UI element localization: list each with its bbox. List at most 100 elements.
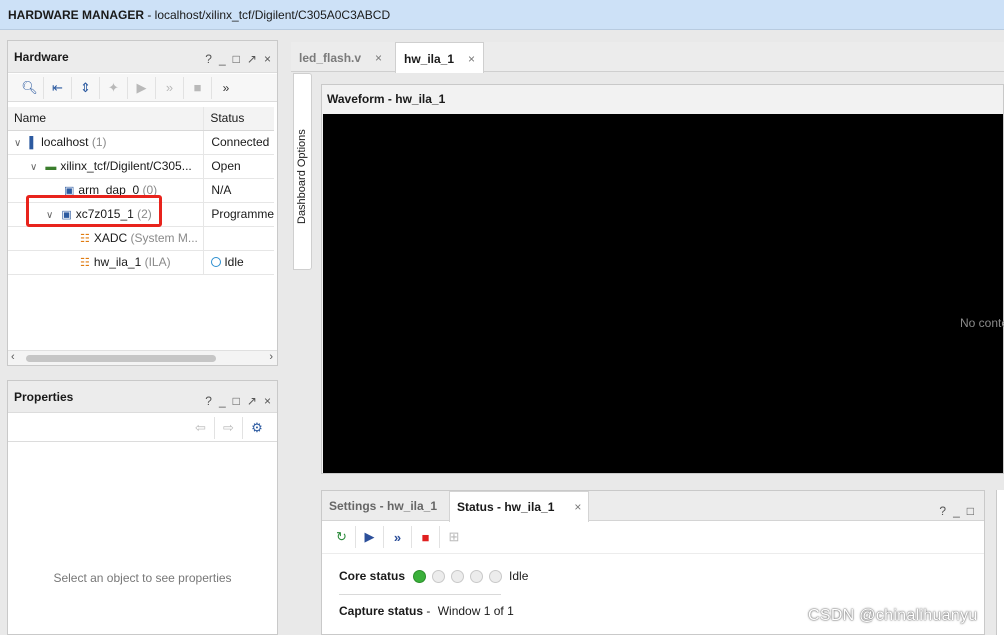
tree-row-localhost[interactable]: ∨ ▌ localhost (1) Connected (8, 130, 274, 155)
tree-item-name: xilinx_tcf/Digilent/C305... (60, 159, 192, 173)
scroll-right-icon[interactable]: › (269, 351, 273, 363)
minimize-icon[interactable]: _ (219, 394, 226, 408)
tab-label: Settings - hw_ila_1 (329, 499, 438, 513)
properties-panel-controls: ? _ □ ↗ × (205, 394, 271, 408)
core-status-divider (339, 594, 501, 595)
capture-settings-icon[interactable]: ⊞ (440, 526, 468, 548)
name-column-header[interactable]: Name (8, 107, 205, 131)
tree-item-type: (ILA) (141, 255, 171, 269)
toolbar-more-icon[interactable]: » (212, 77, 240, 99)
stop-trigger-icon[interactable]: ■ (412, 526, 440, 548)
app-title-path: - localhost/xilinx_tcf/Digilent/C305A0C3… (144, 8, 391, 22)
core-icon: ☷ (80, 233, 90, 245)
help-icon[interactable]: ? (939, 504, 946, 518)
back-arrow-icon[interactable]: ⇦ (187, 416, 215, 439)
tab-label: led_flash.v (299, 51, 362, 65)
status-toolbar: ↻ ▶ » ■ ⊞ (328, 523, 468, 551)
search-icon[interactable]: 🔍︎ (16, 76, 44, 99)
waveform-panel: Waveform - hw_ila_1 No conte (321, 84, 1004, 474)
auto-connect-icon[interactable]: ✦ (100, 76, 128, 99)
capture-status-value: Window 1 of 1 (437, 604, 514, 618)
float-icon[interactable]: ↗ (247, 394, 257, 408)
status-indicator-icon (432, 569, 446, 583)
minimize-icon[interactable]: _ (219, 52, 226, 66)
core-status-value: Idle (509, 569, 529, 583)
properties-panel: Properties ? _ □ ↗ × ⇦ ⇨ ⚙ Select an obj… (7, 380, 278, 635)
hardware-panel-header: Hardware ? _ □ ↗ × (8, 41, 277, 73)
chevron-down-icon[interactable]: ∨ (14, 138, 26, 149)
stop-trigger-icon[interactable]: ■ (184, 76, 212, 99)
hardware-tree: Name Status ∨ ▌ localhost (1) Connected ∨… (8, 107, 274, 275)
tree-item-status: Programme (203, 202, 274, 227)
collapse-all-icon[interactable]: ⇤ (44, 76, 72, 99)
status-tab-bar: Settings - hw_ila_1 Status - hw_ila_1 × ?… (322, 491, 984, 522)
tree-header-row: Name Status (8, 107, 274, 131)
minimize-icon[interactable]: _ (953, 504, 960, 518)
help-icon[interactable]: ? (205, 394, 212, 408)
capture-status-separator: - (423, 604, 434, 618)
tree-item-name: localhost (41, 135, 89, 149)
tree-item-status (203, 226, 274, 251)
capture-status-label: Capture status (339, 604, 424, 618)
close-icon[interactable]: × (264, 394, 271, 408)
tree-item-status-cell: Idle (203, 250, 274, 275)
tree-item-status: Open (203, 154, 274, 179)
board-icon: ▬ (45, 161, 57, 173)
horizontal-scrollbar[interactable]: ‹ › (8, 350, 277, 365)
maximize-icon[interactable]: □ (967, 504, 974, 518)
run-immediate-icon[interactable]: » (156, 76, 184, 99)
forward-arrow-icon[interactable]: ⇨ (215, 416, 243, 439)
app-title-bar: HARDWARE MANAGER - localhost/xilinx_tcf/… (0, 0, 1004, 30)
run-trigger-icon[interactable]: ▶ (356, 526, 384, 548)
core-status-label: Core status (339, 569, 406, 583)
status-indicator-icon (451, 569, 465, 583)
idle-status-icon (211, 257, 222, 267)
gear-icon[interactable]: ⚙ (243, 417, 271, 439)
maximize-icon[interactable]: □ (233, 52, 240, 66)
help-icon[interactable]: ? (205, 52, 212, 66)
scroll-left-icon[interactable]: ‹ (11, 351, 15, 363)
editor-tab-bar: led_flash.v × hw_ila_1 × (291, 42, 1004, 73)
waveform-canvas[interactable]: No conte (323, 114, 1004, 473)
right-panel-edge (996, 490, 1004, 635)
close-icon[interactable]: × (574, 500, 581, 514)
close-icon[interactable]: × (375, 51, 382, 65)
scrollbar-thumb[interactable] (26, 355, 216, 362)
waveform-empty-message: No conte (960, 316, 1004, 330)
tree-row-xadc[interactable]: ☷ XADC (System M... (8, 226, 274, 251)
waveform-title: Waveform - hw_ila_1 (327, 92, 446, 106)
dashboard-options-tab[interactable]: Dashboard Options (293, 73, 312, 270)
status-panel-controls: ? _ □ (939, 504, 974, 518)
tab-led-flash[interactable]: led_flash.v × (291, 42, 390, 72)
run-trigger-icon[interactable]: ▶ (128, 76, 156, 99)
tree-row-hw-ila[interactable]: ☷ hw_ila_1 (ILA) Idle (8, 250, 274, 275)
tab-label: hw_ila_1 (404, 52, 455, 66)
float-icon[interactable]: ↗ (247, 52, 257, 66)
core-status-row: Core status Idle (339, 569, 528, 583)
hardware-panel-controls: ? _ □ ↗ × (205, 52, 271, 66)
hardware-panel-title: Hardware (14, 50, 69, 64)
auto-rerun-icon[interactable]: ↻ (328, 526, 356, 548)
tree-item-name: XADC (93, 231, 128, 245)
properties-toolbar: ⇦ ⇨ ⚙ (8, 414, 277, 442)
close-icon[interactable]: × (264, 52, 271, 66)
chevron-down-icon[interactable]: ∨ (30, 162, 42, 173)
status-indicator-icon (489, 569, 503, 583)
hardware-toolbar: 🔍︎ ⇤ ⇕ ✦ ▶ » ■ » (8, 74, 277, 102)
tab-hw-ila-1[interactable]: hw_ila_1 × (395, 42, 485, 73)
maximize-icon[interactable]: □ (233, 394, 240, 408)
properties-panel-header: Properties ? _ □ ↗ × (8, 381, 277, 413)
status-indicator-icon (470, 569, 484, 583)
status-column-header[interactable]: Status (203, 107, 274, 131)
tree-item-name: hw_ila_1 (93, 255, 142, 269)
capture-status-row: Capture status - Window 1 of 1 (339, 604, 514, 618)
expand-all-icon[interactable]: ⇕ (72, 76, 100, 99)
highlight-annotation-box (26, 195, 162, 227)
tree-item-count: (1) (88, 135, 107, 149)
tab-status[interactable]: Status - hw_ila_1 × (449, 491, 590, 522)
run-immediate-icon[interactable]: » (384, 526, 412, 548)
tab-settings[interactable]: Settings - hw_ila_1 (322, 491, 444, 521)
tree-row-target[interactable]: ∨ ▬ xilinx_tcf/Digilent/C305... Open (8, 154, 274, 179)
watermark-text: CSDN @chinalihuanyu (808, 607, 978, 624)
close-icon[interactable]: × (468, 52, 475, 66)
